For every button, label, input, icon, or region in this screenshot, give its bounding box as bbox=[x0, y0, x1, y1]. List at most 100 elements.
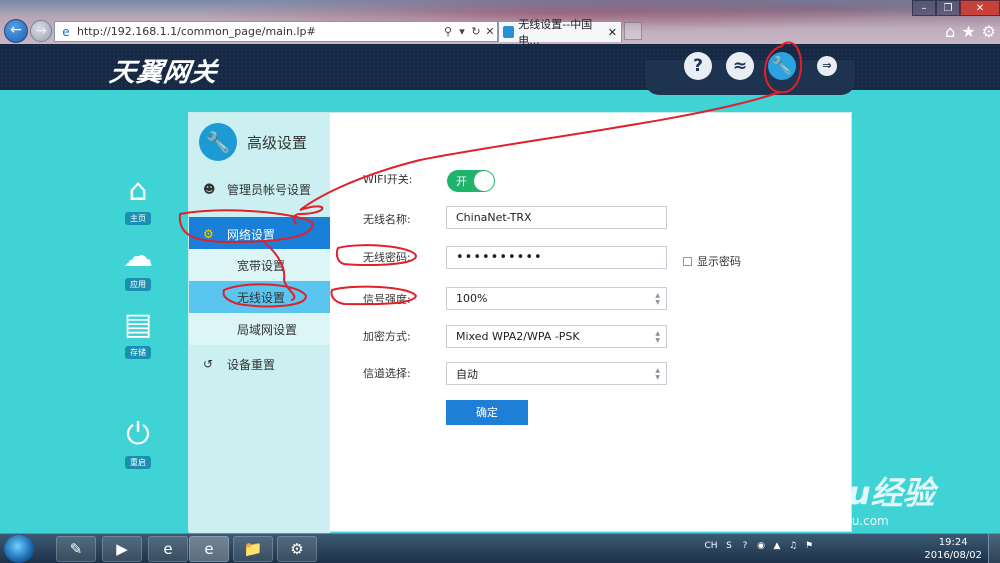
settings-panel: 🔧 高级设置 ☻ 管理员帐号设置 ⚙ 网络设置 宽带设置 无线设置 局域网设置 … bbox=[188, 112, 852, 533]
url-text[interactable]: http://192.168.1.1/common_page/main.lp# bbox=[77, 25, 441, 38]
baidu-watermark: Baidu经验 jingyan.baidu.com bbox=[768, 468, 935, 528]
search-icon[interactable]: ⚲ bbox=[441, 25, 455, 38]
channel-select[interactable]: 自动 ▲ ▼ bbox=[446, 362, 667, 385]
close-button[interactable]: ✕ bbox=[960, 0, 1000, 16]
home-icon[interactable]: ⌂ bbox=[945, 22, 955, 41]
help-icon[interactable]: ? bbox=[684, 52, 712, 80]
restore-button[interactable]: ❐ bbox=[936, 0, 960, 16]
start-button[interactable] bbox=[4, 535, 34, 563]
encryption-value: Mixed WPA2/WPA -PSK bbox=[456, 330, 580, 343]
nav-reboot-label: 重启 bbox=[125, 456, 151, 469]
logo: 天翼网关 bbox=[107, 58, 220, 88]
taskbar-app-explorer[interactable]: 📁 bbox=[233, 536, 273, 562]
minimize-button[interactable]: – bbox=[912, 0, 936, 16]
cloud-icon: ☁ bbox=[123, 239, 153, 274]
power-icon: ⏻ bbox=[126, 417, 150, 452]
clock-time: 19:24 bbox=[938, 537, 968, 548]
password-label: 无线密码: bbox=[363, 251, 411, 264]
favorites-star-icon[interactable]: ★ bbox=[961, 22, 975, 41]
wifi-toggle[interactable]: 开 bbox=[447, 170, 495, 192]
clock[interactable]: 19:24 2016/08/02 bbox=[924, 536, 982, 562]
show-password-checkbox[interactable]: 显示密码 bbox=[683, 253, 741, 269]
address-bar[interactable]: e http://192.168.1.1/common_page/main.lp… bbox=[54, 21, 498, 42]
taskbar-app-tool[interactable]: ⚙ bbox=[277, 536, 317, 562]
shield-icon[interactable]: ◉ bbox=[755, 540, 767, 552]
ime-indicator[interactable]: CH bbox=[703, 540, 719, 552]
help-icon[interactable]: ? bbox=[739, 540, 751, 552]
volume-icon[interactable]: ♫ bbox=[787, 540, 799, 552]
status-icon[interactable]: ≈ bbox=[726, 52, 754, 80]
taskbar: ✎ ▶ e e 📁 ⚙ CH S ? ◉ ▲ ♫ ⚑ 19:24 2016/08… bbox=[0, 533, 1000, 563]
toggle-knob bbox=[474, 171, 494, 191]
user-icon: ☻ bbox=[203, 182, 216, 196]
browser-tools: ⌂ ★ ⚙ bbox=[945, 22, 996, 41]
channel-label: 信道选择: bbox=[363, 367, 411, 380]
tab-favicon bbox=[503, 26, 515, 38]
spinner-icon: ▲ ▼ bbox=[655, 292, 660, 306]
menu-item-network[interactable]: ⚙ 网络设置 bbox=[189, 217, 330, 251]
menu-item-network-label: 网络设置 bbox=[227, 227, 276, 242]
wifi-toggle-state: 开 bbox=[456, 175, 467, 188]
ssid-label: 无线名称: bbox=[363, 213, 411, 226]
nav-storage[interactable]: ▤ 存储 bbox=[118, 306, 158, 359]
ie-page-icon: e bbox=[62, 24, 70, 39]
system-tray: CH S ? ◉ ▲ ♫ ⚑ bbox=[703, 540, 815, 552]
nav-reboot[interactable]: ⏻ 重启 bbox=[118, 416, 158, 469]
submenu-item-broadband[interactable]: 宽带设置 bbox=[189, 249, 330, 281]
nav-storage-label: 存储 bbox=[125, 346, 151, 359]
window-controls: – ❐ ✕ bbox=[912, 0, 1000, 16]
flag-icon[interactable]: ⚑ bbox=[803, 540, 815, 552]
menu-item-reset-label: 设备重置 bbox=[227, 357, 276, 372]
network-icon[interactable]: ▲ bbox=[771, 540, 783, 552]
gear-icon[interactable]: ⚙ bbox=[982, 22, 996, 41]
signal-strength-select[interactable]: 100% ▲ ▼ bbox=[446, 287, 667, 310]
browser-toolbar: ← → e http://192.168.1.1/common_page/mai… bbox=[0, 0, 1000, 47]
nav-app-label: 应用 bbox=[125, 278, 151, 291]
spinner-icon: ▲ ▼ bbox=[655, 367, 660, 381]
ssid-value: ChinaNet-TRX bbox=[456, 211, 532, 224]
ssid-input[interactable]: ChinaNet-TRX bbox=[446, 206, 667, 229]
channel-value: 自动 bbox=[456, 367, 478, 381]
confirm-button[interactable]: 确定 bbox=[446, 400, 528, 425]
browser-tab[interactable]: 无线设置--中国电... ✕ bbox=[498, 18, 622, 47]
new-tab-button[interactable] bbox=[624, 22, 642, 40]
signal-value: 100% bbox=[456, 292, 488, 305]
sogou-icon[interactable]: S bbox=[723, 540, 735, 552]
refresh-icon[interactable]: ↻ bbox=[469, 25, 483, 38]
submenu-item-lan-label: 局域网设置 bbox=[237, 322, 298, 337]
menu-item-reset[interactable]: ↺ 设备重置 bbox=[189, 347, 330, 381]
stop-icon[interactable]: ✕ bbox=[483, 25, 497, 38]
taskbar-app-paint[interactable]: ✎ bbox=[56, 536, 96, 562]
show-password-label: 显示密码 bbox=[697, 255, 741, 268]
show-desktop-button[interactable] bbox=[988, 534, 1000, 563]
submenu-item-broadband-label: 宽带设置 bbox=[237, 258, 286, 273]
menu-item-admin[interactable]: ☻ 管理员帐号设置 bbox=[189, 172, 330, 206]
nav-app[interactable]: ☁ 应用 bbox=[118, 238, 158, 291]
nav-home[interactable]: ⌂ 主页 bbox=[118, 172, 158, 225]
password-value: •••••••••• bbox=[456, 250, 543, 265]
submenu-item-wireless[interactable]: 无线设置 bbox=[189, 281, 330, 313]
checkbox-icon bbox=[683, 256, 692, 266]
taskbar-app-browser[interactable]: e bbox=[148, 536, 188, 562]
encryption-select[interactable]: Mixed WPA2/WPA -PSK ▲ ▼ bbox=[446, 325, 667, 348]
logout-icon[interactable]: ⇒ bbox=[817, 56, 837, 76]
submenu-item-lan[interactable]: 局域网设置 bbox=[189, 313, 330, 345]
taskbar-app-ie[interactable]: e bbox=[189, 536, 229, 562]
wifi-switch-label: WIFI开关: bbox=[363, 173, 413, 186]
submenu-item-wireless-label: 无线设置 bbox=[237, 290, 286, 305]
password-input[interactable]: •••••••••• bbox=[446, 246, 667, 269]
storage-icon: ▤ bbox=[123, 307, 153, 342]
settings-wrench-icon[interactable]: 🔧 bbox=[768, 52, 796, 80]
dropdown-icon[interactable]: ▾ bbox=[455, 25, 469, 38]
taskbar-app-iqiyi[interactable]: ▶ bbox=[102, 536, 142, 562]
wrench-icon: 🔧 bbox=[199, 123, 237, 161]
menu-item-admin-label: 管理员帐号设置 bbox=[227, 182, 312, 197]
back-button[interactable]: ← bbox=[4, 19, 28, 43]
side-menu-title: 高级设置 bbox=[247, 133, 308, 152]
spinner-icon: ▲ ▼ bbox=[655, 330, 660, 344]
tab-close-icon[interactable]: ✕ bbox=[608, 26, 617, 39]
forward-button[interactable]: → bbox=[30, 20, 52, 42]
watermark-sub: jingyan.baidu.com bbox=[778, 514, 889, 528]
side-menu-header: 🔧 高级设置 bbox=[189, 113, 330, 171]
watermark-main: Baidu经验 bbox=[768, 474, 935, 512]
